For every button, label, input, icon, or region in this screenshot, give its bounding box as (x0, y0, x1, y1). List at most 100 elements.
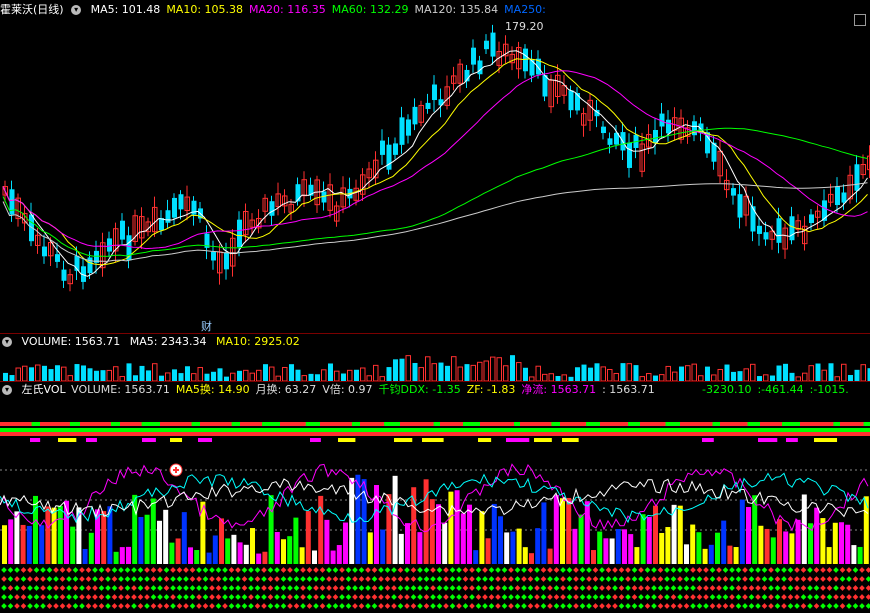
signal-diamond (566, 594, 573, 600)
signal-diamond (66, 594, 72, 600)
indicator-bar (51, 507, 57, 564)
volume-settings-icon[interactable]: ▾ (2, 337, 12, 347)
signal-diamond (20, 576, 27, 582)
signal-diamond (313, 594, 319, 600)
signal-diamond (59, 585, 66, 591)
signal-diamond (579, 603, 586, 609)
volume-bar (3, 372, 8, 381)
signal-diamond (768, 603, 774, 609)
signal-diamond (261, 585, 267, 591)
indicator-bar (777, 519, 782, 564)
signal-diamond (521, 585, 527, 591)
signal-diamond (592, 594, 599, 600)
volume-bar (737, 371, 743, 381)
volume-bar (860, 364, 866, 382)
signal-diamond (475, 567, 482, 573)
signal-tick (562, 438, 579, 442)
settings-toggle-icon[interactable]: ▾ (71, 5, 82, 15)
signal-tick (170, 438, 183, 442)
signal-diamond (20, 603, 27, 609)
signal-diamond (267, 603, 274, 609)
signal-diamond (248, 603, 254, 609)
signal-diamond (696, 603, 703, 609)
indicator-chart[interactable] (0, 398, 870, 613)
finance-badge[interactable]: 财 (201, 318, 212, 334)
signal-diamond (469, 594, 475, 600)
stock-title[interactable]: 霍莱沃(日线) (0, 3, 64, 16)
signal-diamond (241, 594, 248, 600)
signal-diamond (98, 585, 105, 591)
signal-diamond (794, 585, 800, 591)
signal-diamond (196, 576, 202, 582)
indicator-right-value: -3230.10 (702, 383, 752, 396)
signal-diamond (137, 603, 144, 609)
indicator-label: 千钧DDX: -1.35 (378, 383, 461, 396)
signal-diamond (254, 594, 261, 600)
signal-diamond (40, 567, 46, 573)
candle-body (523, 48, 528, 72)
signal-diamond (332, 594, 339, 600)
signal-band (680, 422, 713, 426)
indicator-settings-icon[interactable]: ▾ (2, 385, 12, 395)
signal-diamond (319, 603, 326, 609)
signal-diamond (59, 594, 66, 600)
signal-diamond (612, 585, 618, 591)
signal-diamond (20, 585, 27, 591)
signal-diamond (417, 585, 423, 591)
volume-bar (425, 356, 431, 382)
signal-diamond (670, 567, 677, 573)
signal-diamond (209, 594, 215, 600)
signal-diamond (261, 594, 267, 600)
signal-diamond (839, 594, 846, 600)
signal-diamond (690, 567, 696, 573)
indicator-bar (820, 518, 826, 564)
volume-bar (665, 365, 671, 382)
signal-diamond (488, 576, 495, 582)
signal-diamond (820, 594, 826, 600)
indicator-bar (826, 547, 832, 564)
signal-diamond (261, 576, 267, 582)
candlestick-chart[interactable] (0, 16, 870, 334)
volume-bar (165, 372, 171, 382)
signal-diamond (560, 567, 566, 573)
signal-diamond (534, 585, 540, 591)
indicator-bar (144, 514, 150, 564)
signal-diamond (508, 576, 514, 582)
signal-diamond (664, 585, 670, 591)
signal-diamond (846, 603, 852, 609)
signal-diamond (579, 585, 586, 591)
signal-diamond (306, 567, 313, 573)
signal-band (480, 422, 515, 426)
signal-band (200, 422, 232, 426)
volume-bar (321, 369, 327, 382)
signal-diamond (85, 585, 92, 591)
indicator-bar (119, 547, 125, 564)
indicator-bar (231, 534, 237, 564)
candle-body (776, 218, 782, 243)
signal-band (760, 422, 783, 426)
volume-bar (717, 368, 723, 382)
signal-diamond (319, 585, 326, 591)
signal-diamond (144, 585, 150, 591)
indicator-header: ▾ 左氏VOL VOLUME: 1563.71 MA5换: 14.90 月换: 63… (2, 382, 667, 398)
candle-body (750, 206, 756, 232)
indicator-bar (380, 529, 386, 564)
volume-chart[interactable] (0, 350, 870, 382)
indicator-bar (473, 550, 479, 564)
signal-diamond (729, 594, 735, 600)
signal-band (280, 422, 306, 426)
signal-diamond (605, 567, 612, 573)
signal-diamond (53, 567, 59, 573)
signal-diamond (300, 576, 306, 582)
signal-diamond (430, 576, 436, 582)
signal-diamond (794, 567, 800, 573)
signal-diamond (118, 594, 124, 600)
signal-diamond (267, 585, 274, 591)
signal-diamond (326, 603, 332, 609)
volume-bar (386, 367, 392, 381)
volume-bar (438, 362, 444, 381)
signal-band (80, 422, 111, 426)
signal-diamond (371, 594, 378, 600)
signal-diamond (859, 576, 865, 582)
candle-body (731, 188, 736, 196)
